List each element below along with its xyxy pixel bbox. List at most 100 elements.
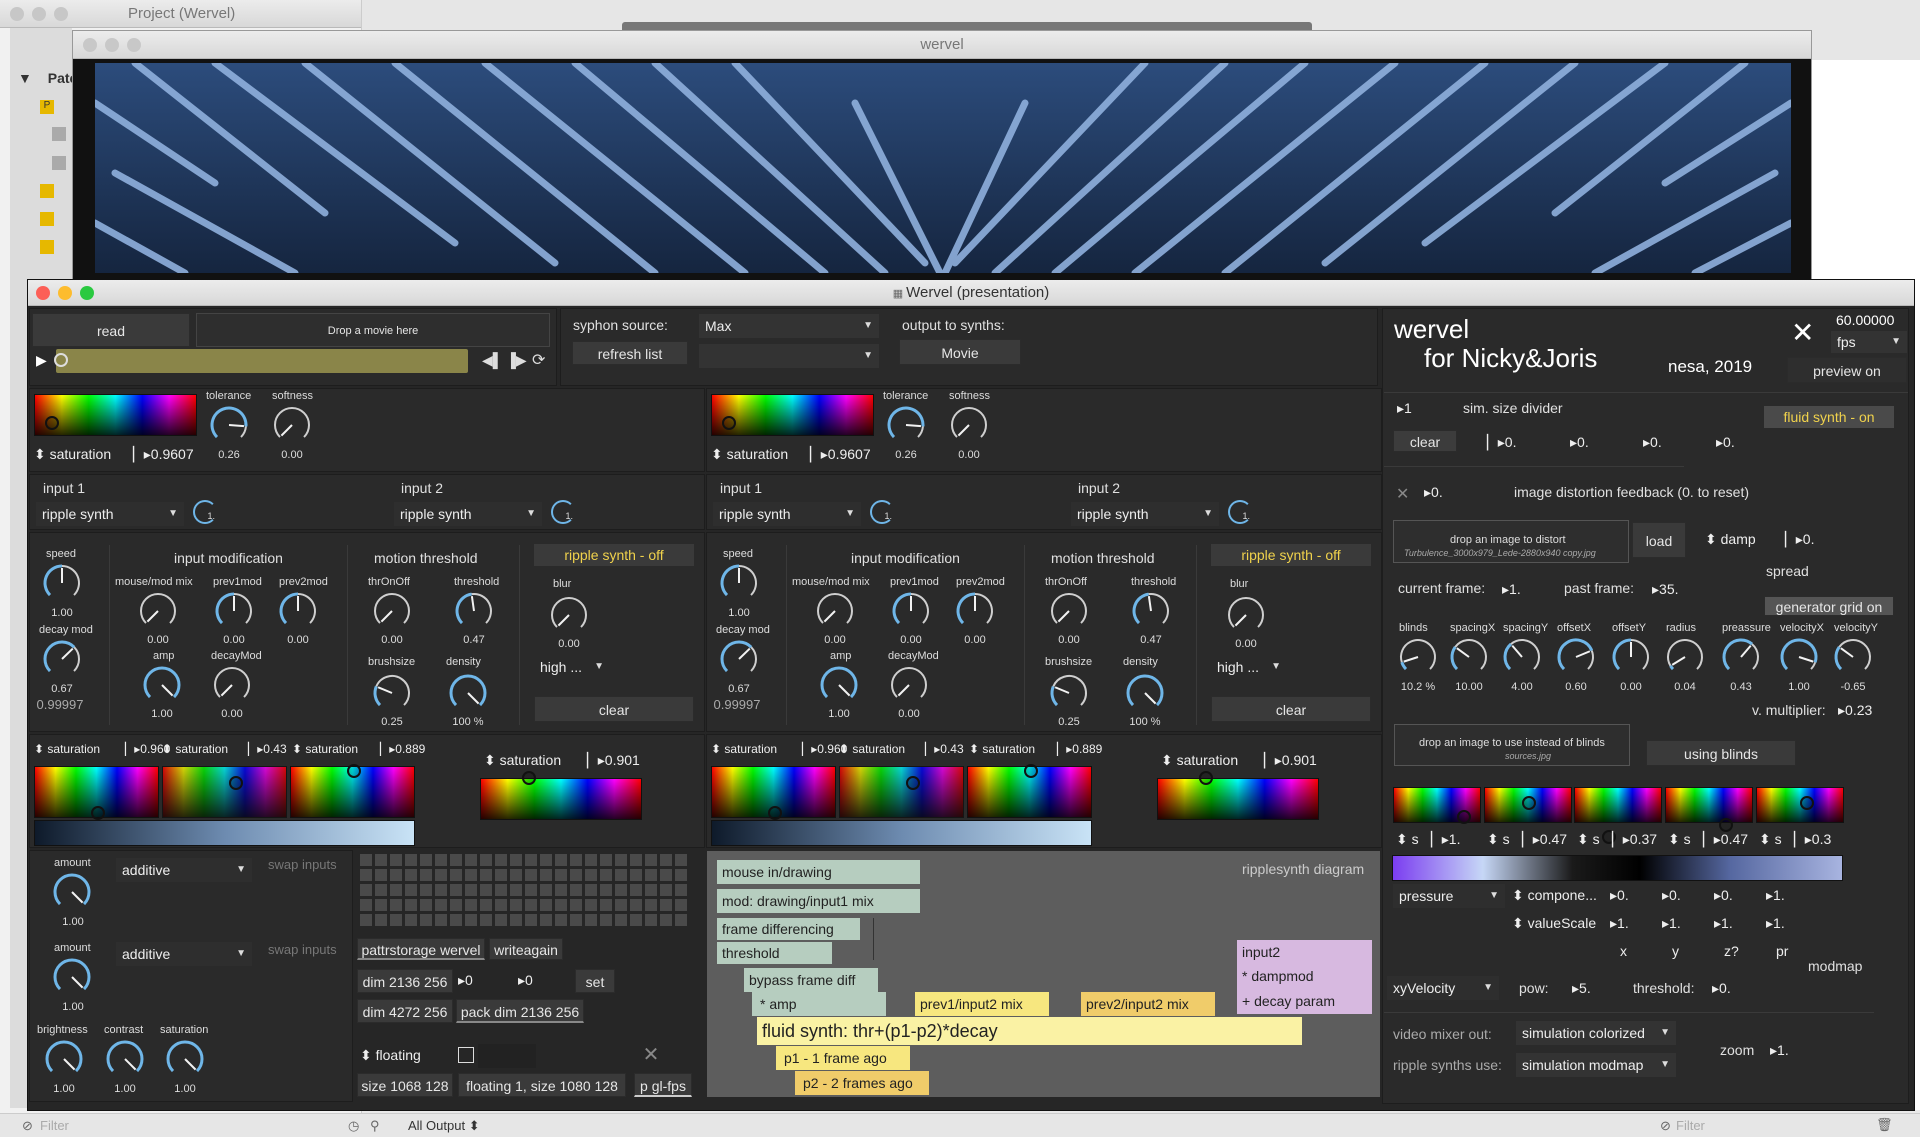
preset-slot[interactable] [450, 869, 462, 881]
preset-slot[interactable] [675, 854, 687, 866]
decay-mod-knob[interactable] [41, 638, 83, 680]
sim-num-4[interactable]: ▸0. [1716, 434, 1735, 451]
prev1mod-knob[interactable] [213, 590, 255, 632]
preset-slot[interactable] [390, 884, 402, 896]
preset-slot[interactable] [435, 884, 447, 896]
preset-slot[interactable] [450, 914, 462, 926]
syphon-source-menu[interactable]: Max ▼ [699, 314, 879, 338]
gl-fps-object[interactable]: p gl-fps [634, 1073, 692, 1097]
threshold-knob[interactable] [453, 590, 495, 632]
speed-knob[interactable] [718, 562, 760, 604]
preset-slot[interactable] [645, 854, 657, 866]
preset-slot[interactable] [525, 854, 537, 866]
softness-knob[interactable] [948, 404, 990, 446]
preset-slot[interactable] [660, 884, 672, 896]
output-movie-button[interactable]: Movie [899, 339, 1021, 365]
preset-slot[interactable] [645, 899, 657, 911]
floating-size-message[interactable]: floating 1, size 1080 128 [458, 1073, 626, 1097]
next-frame-icon[interactable]: ▐▶ [506, 352, 527, 369]
filter-field-2[interactable]: Filter [1676, 1118, 1705, 1133]
prev-frame-icon[interactable]: ◀▌ [482, 352, 503, 369]
brushsize-knob[interactable] [371, 672, 413, 714]
quality-menu[interactable]: high ... ▼ [534, 655, 610, 679]
video-mixer-out-menu[interactable]: simulation colorized ▼ [1516, 1021, 1676, 1045]
density-knob[interactable] [447, 672, 489, 714]
tree-header[interactable]: ▼ Patc [18, 70, 77, 86]
generator-knob[interactable] [1555, 636, 1597, 678]
s-toggle[interactable]: ⬍ s [1577, 831, 1600, 848]
preset-slot[interactable] [540, 854, 552, 866]
sim-num-3[interactable]: ▸0. [1643, 434, 1662, 451]
preset-slot[interactable] [420, 914, 432, 926]
color-picker[interactable] [711, 394, 874, 436]
preset-slot[interactable] [450, 884, 462, 896]
floating-checkbox[interactable] [458, 1047, 474, 1063]
writeagain-object[interactable]: writeagain [489, 938, 563, 960]
output-menu[interactable]: All Output ⬍ [408, 1118, 480, 1134]
main-window-titlebar[interactable]: ▦ Wervel (presentation) [28, 280, 1914, 306]
preset-slot[interactable] [360, 899, 372, 911]
close-icon[interactable]: ✕ [1791, 316, 1814, 349]
minimize-icon[interactable] [32, 7, 46, 21]
loop-icon[interactable]: ⟳ [532, 350, 545, 370]
generator-knob[interactable] [1720, 636, 1762, 678]
input2-menu[interactable]: ripple synth ▼ [1071, 502, 1219, 526]
preset-slot[interactable] [645, 884, 657, 896]
preset-slot[interactable] [600, 899, 612, 911]
preset-slot[interactable] [615, 899, 627, 911]
link-icon[interactable]: ⚲ [370, 1118, 380, 1134]
mix-mode-menu-2[interactable]: additive ▼ [116, 942, 252, 966]
swap-inputs-button-1[interactable]: swap inputs [268, 857, 337, 872]
scrubber-handle[interactable] [54, 353, 68, 367]
quality-menu[interactable]: high ... ▼ [1211, 655, 1287, 679]
tree-item[interactable] [40, 212, 54, 226]
thronoff-knob[interactable] [371, 590, 413, 632]
preset-slot[interactable] [660, 854, 672, 866]
blur-knob[interactable] [1225, 594, 1267, 636]
gradient-handle[interactable] [906, 776, 920, 790]
color-gradient-4[interactable] [1157, 778, 1319, 820]
color-gradient-2[interactable] [839, 766, 964, 818]
sim-num-1[interactable]: ▏▸0. [1487, 434, 1516, 451]
preset-slot[interactable] [645, 869, 657, 881]
preset-slot[interactable] [480, 869, 492, 881]
preset-slot[interactable] [405, 899, 417, 911]
preset-slot[interactable] [585, 884, 597, 896]
decay-mod-knob[interactable] [718, 638, 760, 680]
load-button[interactable]: load [1632, 522, 1686, 558]
preset-grid[interactable] [360, 854, 694, 932]
preset-slot[interactable] [480, 854, 492, 866]
damp-number[interactable]: ▏▸0. [1785, 531, 1814, 548]
preset-slot[interactable] [570, 869, 582, 881]
preset-slot[interactable] [570, 884, 582, 896]
input1-menu[interactable]: ripple synth ▼ [36, 502, 184, 526]
saturation-toggle[interactable]: ⬍ saturation [969, 742, 1035, 756]
thr-number[interactable]: ▸0. [1712, 980, 1731, 997]
component-number[interactable]: ▸0. [1610, 887, 1629, 904]
thronoff-knob[interactable] [1048, 590, 1090, 632]
refresh-icon[interactable]: 1. [1228, 500, 1252, 524]
preset-slot[interactable] [630, 854, 642, 866]
gradient-handle[interactable] [1024, 764, 1038, 778]
preset-slot[interactable] [525, 899, 537, 911]
mixer-saturation-knob[interactable] [164, 1038, 206, 1080]
preset-slot[interactable] [495, 899, 507, 911]
saturation-number[interactable]: ▏▸0.889 [380, 742, 425, 756]
color-gradient-4[interactable] [480, 778, 642, 820]
color-picker-handle[interactable] [45, 416, 59, 430]
s-number[interactable]: ▏▸0.3 [1794, 831, 1831, 848]
saturation-toggle[interactable]: ⬍ saturation [711, 742, 777, 756]
saturation-toggle[interactable]: ⬍ saturation [839, 742, 905, 756]
drop-distort-area[interactable]: drop an image to distort Turbulence_3000… [1393, 520, 1629, 563]
gradient-handle[interactable] [229, 776, 243, 790]
ripple-synth-toggle[interactable]: ripple synth - off [1211, 544, 1371, 566]
preset-slot[interactable] [570, 914, 582, 926]
play-icon[interactable]: ▶ [36, 352, 47, 369]
preset-slot[interactable] [375, 854, 387, 866]
preset-slot[interactable] [435, 914, 447, 926]
drop-movie-area[interactable]: Drop a movie here [196, 313, 550, 347]
mouse-mod-mix-knob[interactable] [137, 590, 179, 632]
syphon-secondary-menu[interactable]: ▼ [699, 344, 879, 368]
density-knob[interactable] [1124, 672, 1166, 714]
number-box-a[interactable]: ▸0 [458, 972, 473, 989]
